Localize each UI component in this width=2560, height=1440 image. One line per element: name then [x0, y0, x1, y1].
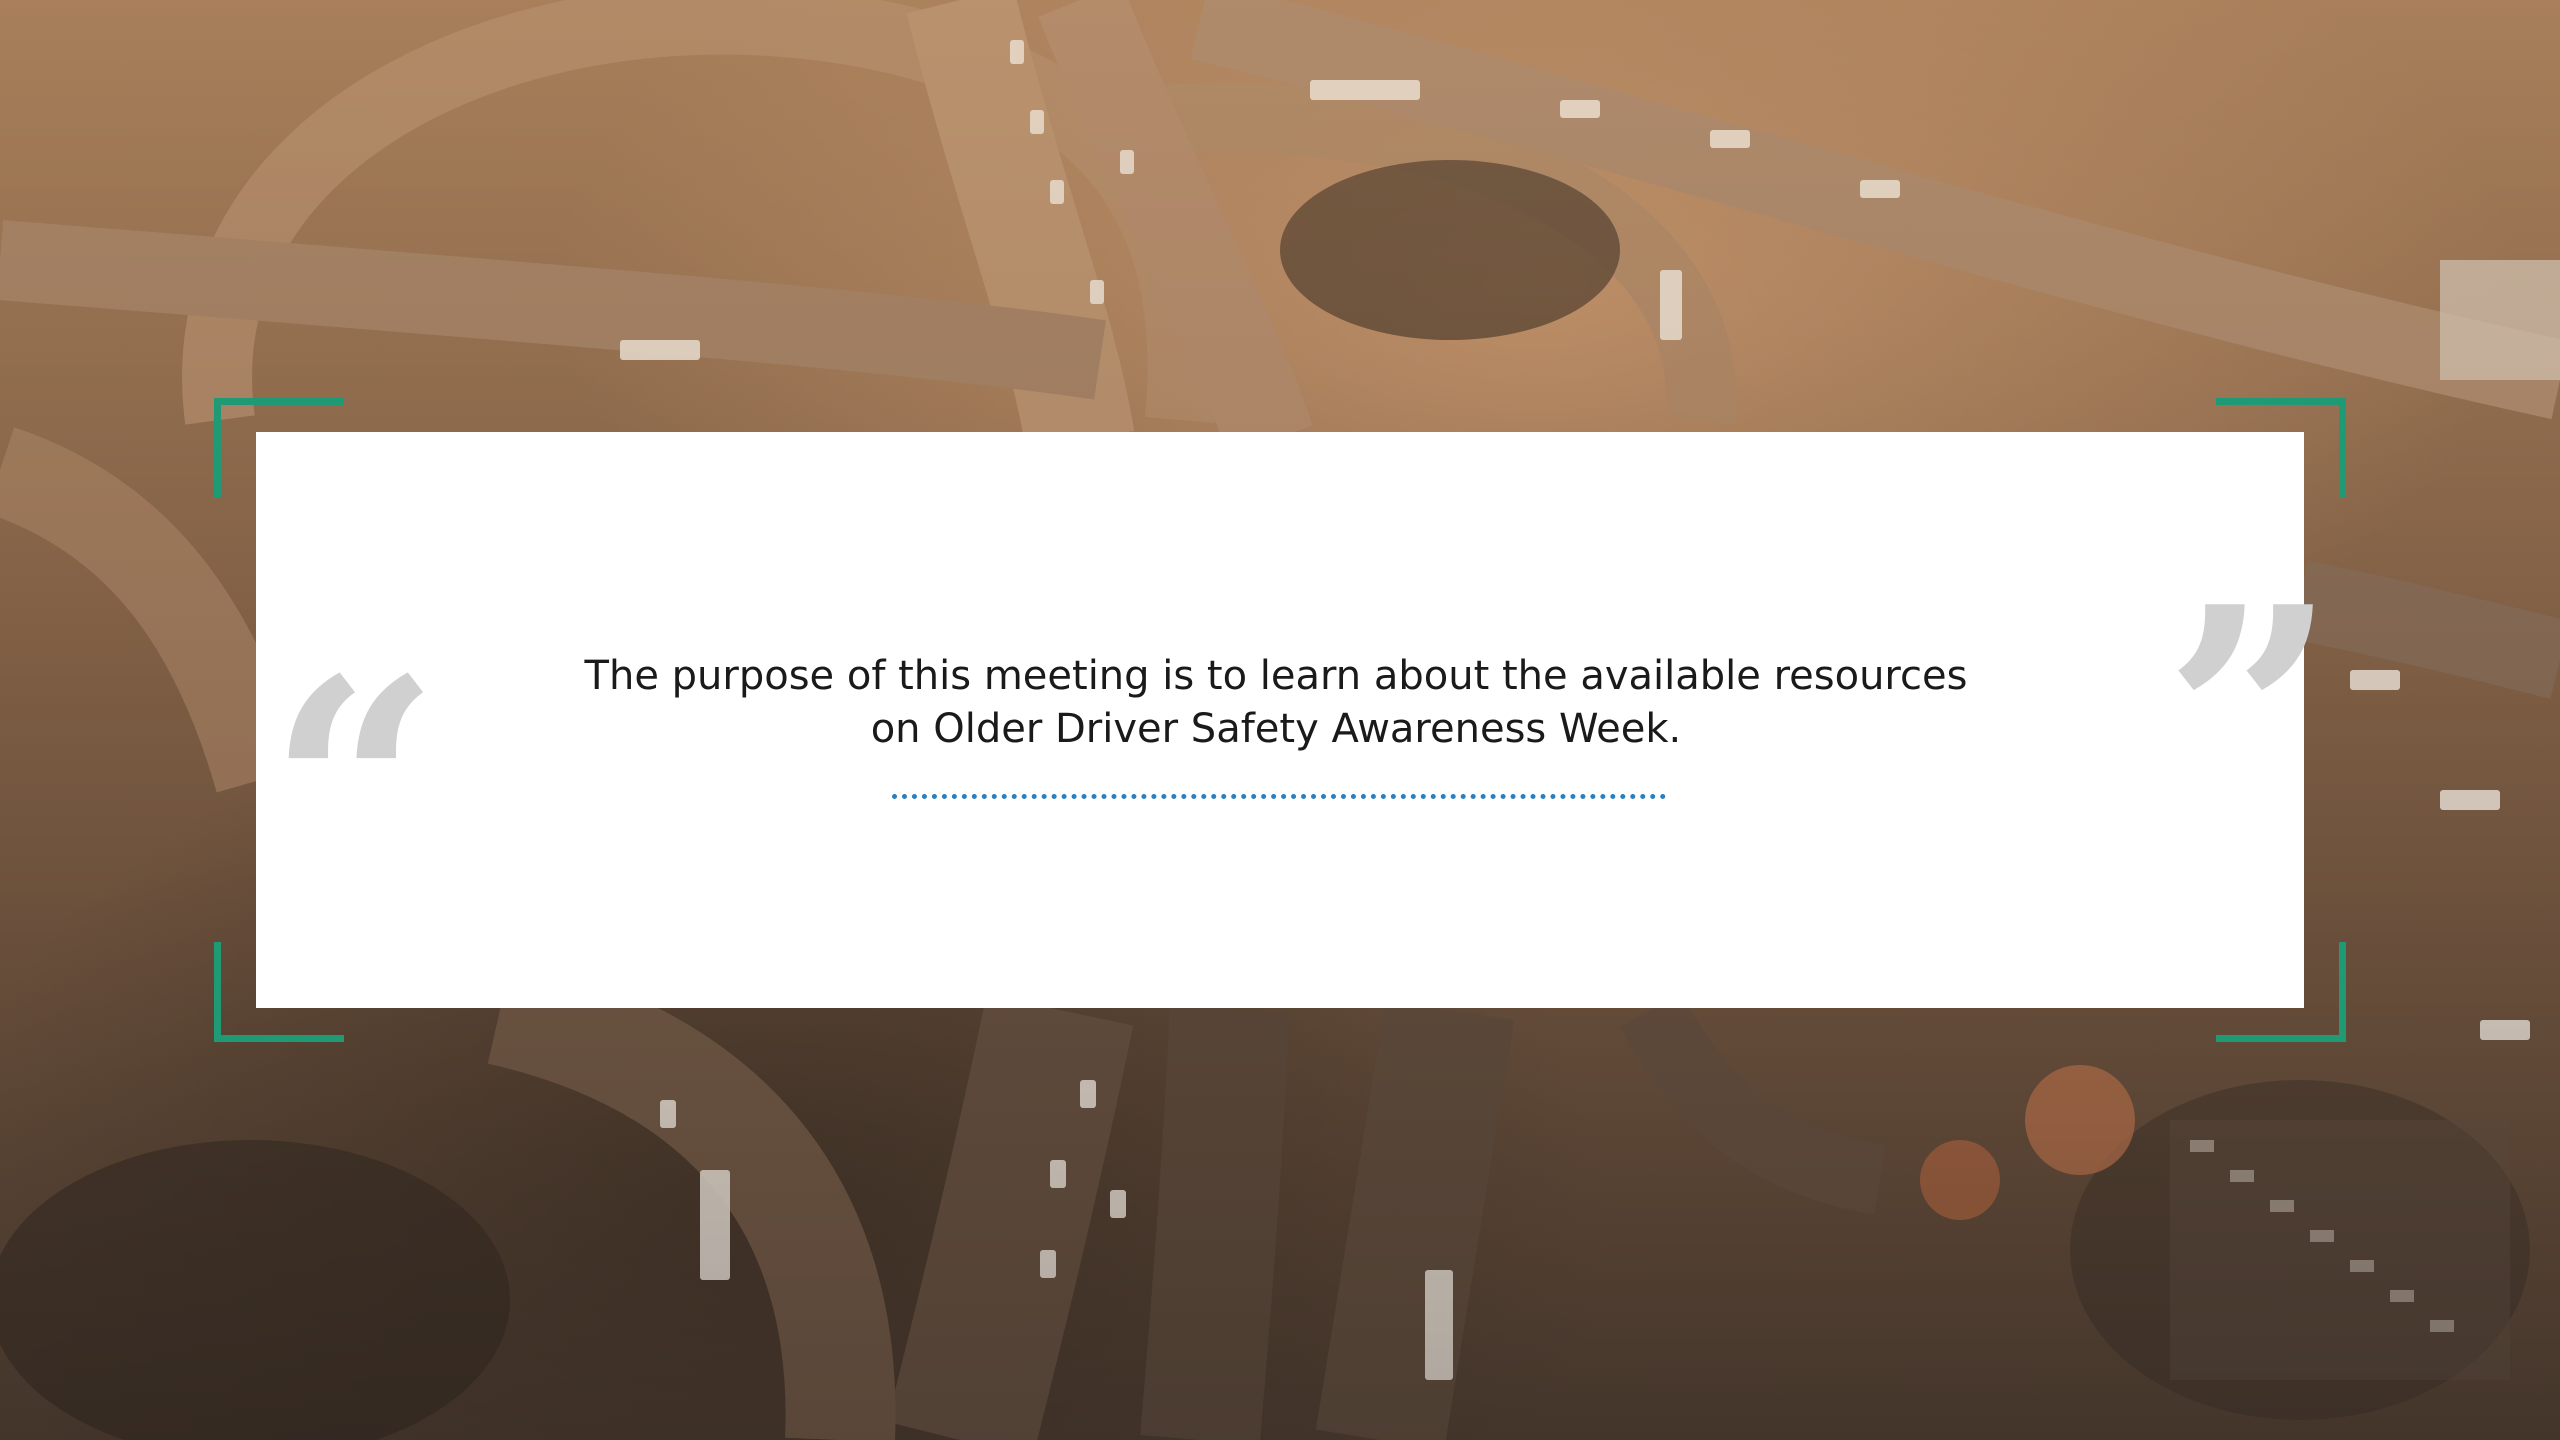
close-quote-icon: ”: [2164, 541, 2337, 894]
dotted-divider: [892, 794, 1666, 799]
open-quote-icon: “: [268, 613, 441, 966]
quote-text: The purpose of this meeting is to learn …: [584, 653, 1968, 752]
